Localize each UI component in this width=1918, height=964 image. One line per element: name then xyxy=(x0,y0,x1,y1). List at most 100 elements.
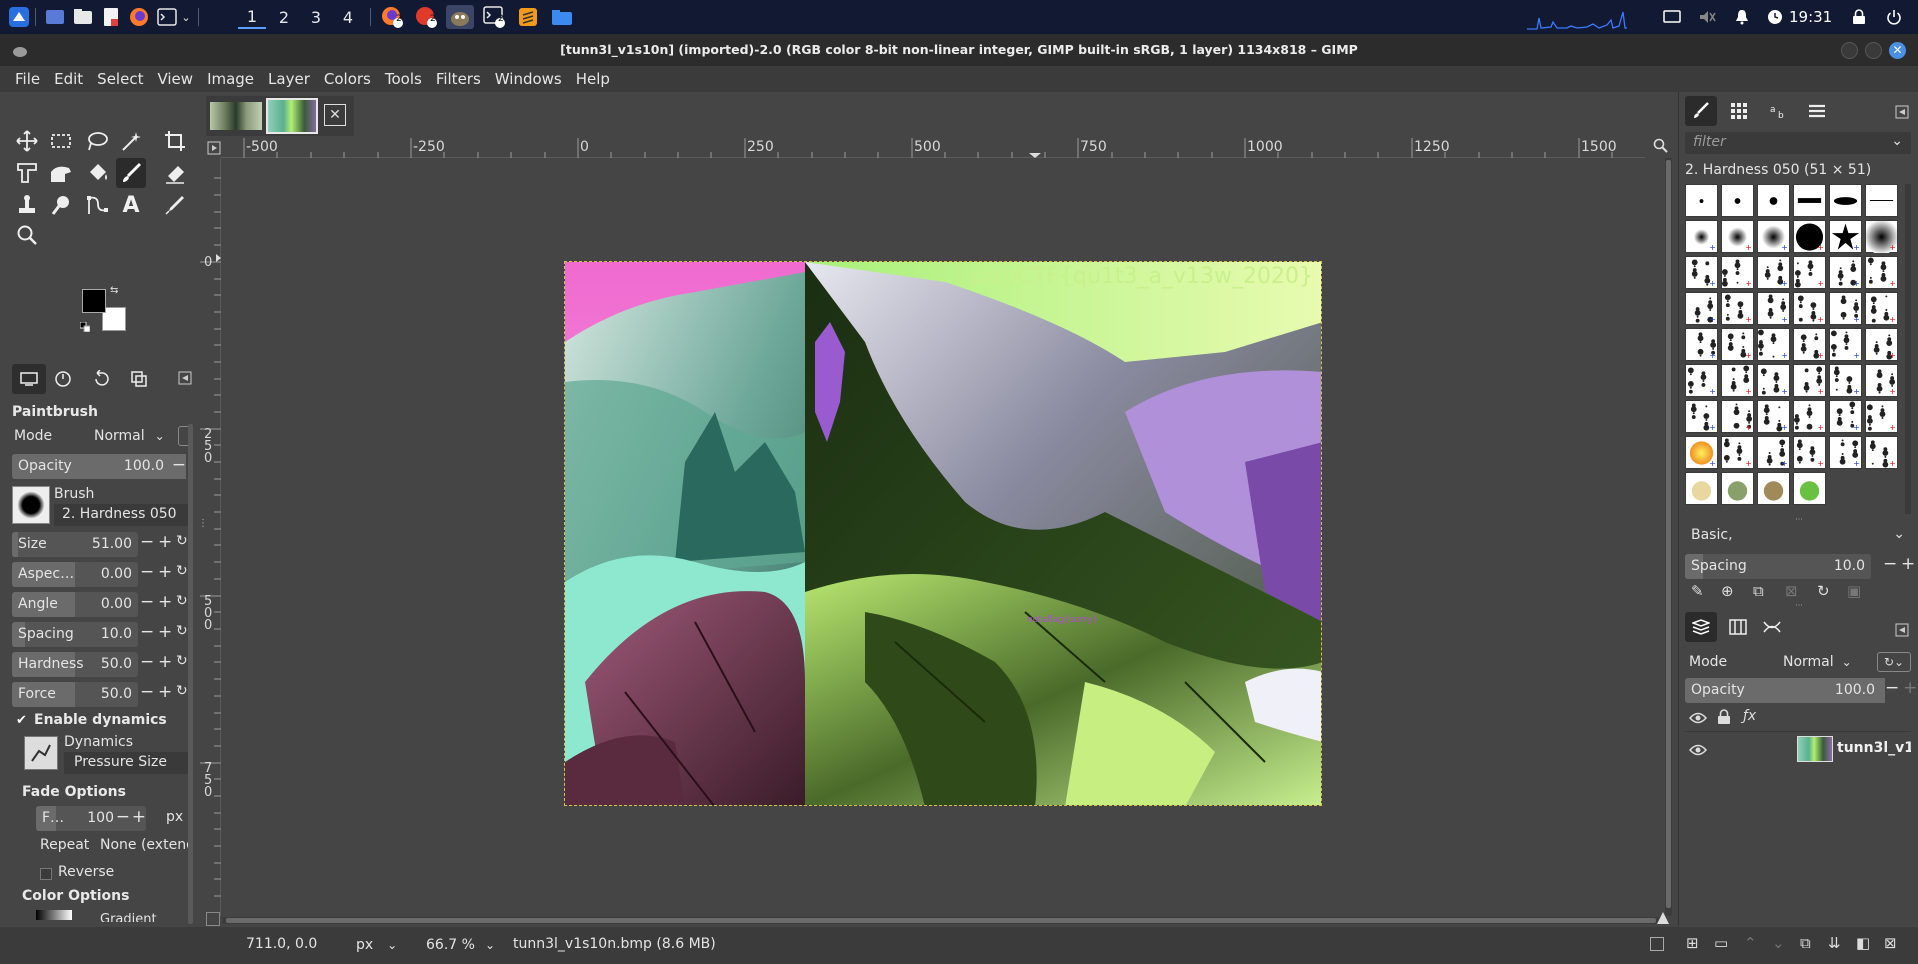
lock-icon[interactable] xyxy=(1852,5,1866,29)
move-tool-icon[interactable] xyxy=(12,126,42,156)
zoom-value[interactable]: 66.7 % xyxy=(426,937,475,953)
brush-spacing-minus-icon[interactable]: − xyxy=(1883,554,1897,574)
add-mask-icon[interactable]: ◧ xyxy=(1856,934,1870,952)
workspace-3[interactable]: 3 xyxy=(302,5,330,29)
brush-thumbnail[interactable]: + xyxy=(1829,364,1862,397)
size-reset-icon[interactable]: ↻ xyxy=(176,533,188,549)
new-layer-group-icon[interactable]: ▭ xyxy=(1714,934,1728,952)
angle-slider[interactable]: Angle 0.00 xyxy=(12,592,138,617)
dock-resize-handle[interactable]: ⋮ xyxy=(198,518,208,538)
paths-tool-icon[interactable] xyxy=(82,190,112,220)
force-reset-icon[interactable]: ↻ xyxy=(176,683,188,699)
gradient-preview[interactable] xyxy=(36,910,72,924)
workspace-2[interactable]: 2 xyxy=(270,5,298,29)
brush-thumbnail[interactable] xyxy=(1685,472,1718,505)
brush-thumbnail[interactable]: + xyxy=(1829,400,1862,433)
color-picker-tool-icon[interactable] xyxy=(160,190,190,220)
brush-thumbnail[interactable]: + xyxy=(1865,436,1898,469)
menu-windows[interactable]: Windows xyxy=(488,70,569,88)
brush-thumbnail[interactable] xyxy=(1793,472,1826,505)
zoom-tool-icon[interactable] xyxy=(12,220,42,250)
brush-thumbnail[interactable] xyxy=(1721,184,1754,217)
images-tab-icon[interactable] xyxy=(130,370,148,392)
fade-minus-icon[interactable]: − xyxy=(116,807,130,827)
navigate-icon[interactable] xyxy=(1656,910,1670,924)
workspace-4[interactable]: 4 xyxy=(334,5,362,29)
brush-thumbnail[interactable]: + xyxy=(1721,256,1754,289)
new-layer-icon[interactable]: ⊞ xyxy=(1686,934,1699,952)
brush-thumbnail[interactable]: + xyxy=(1793,328,1826,361)
raise-layer-icon[interactable]: ⌃ xyxy=(1744,934,1757,952)
brush-thumbnail[interactable]: + xyxy=(1721,400,1754,433)
tool-options-tab-icon[interactable] xyxy=(12,364,46,394)
brush-thumbnail[interactable]: + xyxy=(1721,220,1754,253)
unit-dropdown[interactable]: px ⌄ xyxy=(350,933,406,957)
status-expand-icon[interactable] xyxy=(1650,937,1664,951)
brush-thumbnail[interactable] xyxy=(1793,184,1826,217)
brush-thumbnail[interactable]: + xyxy=(1793,220,1826,253)
brush-thumbnail[interactable]: + xyxy=(1757,256,1790,289)
paintbrush-tool-icon[interactable] xyxy=(116,158,146,188)
force-plus-icon[interactable]: + xyxy=(158,682,172,702)
brush-thumbnail[interactable] xyxy=(1685,184,1718,217)
delete-brush-icon[interactable]: ⊠ xyxy=(1785,582,1798,600)
brush-thumbnail[interactable]: + xyxy=(1793,292,1826,325)
brush-thumbnail[interactable]: + xyxy=(1685,256,1718,289)
folder-window-icon[interactable] xyxy=(548,5,576,29)
spacing-plus-icon[interactable]: + xyxy=(158,622,172,642)
brush-thumbnail[interactable]: + xyxy=(1865,364,1898,397)
brush-thumbnail[interactable]: + xyxy=(1685,400,1718,433)
quickmask-corner-icon[interactable] xyxy=(206,138,222,158)
layer-mode-reset-icon[interactable]: ↻⌄ xyxy=(1877,652,1911,672)
brush-thumbnail[interactable]: + xyxy=(1865,328,1898,361)
document-history-tab-icon[interactable] xyxy=(1801,96,1833,126)
horizontal-scrollbar[interactable] xyxy=(222,917,1662,924)
fade-length-slider[interactable]: F… 100 − + xyxy=(36,806,146,831)
brush-thumbnail[interactable]: + xyxy=(1829,220,1862,253)
brush-thumbnail[interactable]: + xyxy=(1865,292,1898,325)
paths-tab-icon[interactable] xyxy=(1763,619,1781,639)
image-canvas[interactable]: picoCTF{qu1t3_a_v13w_2020} notaflag{sorr… xyxy=(564,261,1322,806)
dynamics-preview-icon[interactable] xyxy=(24,736,58,770)
brush-grid-scrollbar[interactable] xyxy=(1905,184,1911,514)
fg-bg-color-swatch[interactable]: ⇆ xyxy=(79,285,128,333)
undo-history-tab-icon[interactable] xyxy=(92,369,110,392)
close-image-tab-icon[interactable]: ✕ xyxy=(324,104,346,126)
angle-reset-icon[interactable]: ↻ xyxy=(176,593,188,609)
menu-tools[interactable]: Tools xyxy=(378,70,429,88)
aspect-slider[interactable]: Aspec… 0.00 xyxy=(12,562,138,587)
gimp-window-icon[interactable] xyxy=(446,5,474,29)
brush-thumbnail[interactable]: + xyxy=(1721,328,1754,361)
notification-bell-icon[interactable] xyxy=(1734,5,1750,29)
brush-spacing-slider[interactable]: Spacing 10.0 xyxy=(1685,554,1871,579)
fuzzy-select-tool-icon[interactable] xyxy=(116,126,146,156)
delete-layer-icon[interactable]: ⊠ xyxy=(1884,934,1897,952)
fonts-tab-icon[interactable]: ab xyxy=(1763,96,1795,126)
bucket-fill-tool-icon[interactable] xyxy=(82,158,112,188)
angle-plus-icon[interactable]: + xyxy=(158,592,172,612)
lasso-tool-icon[interactable] xyxy=(82,126,112,156)
brush-thumbnail[interactable] xyxy=(1757,472,1790,505)
firefox-window-icon[interactable]: 2 xyxy=(378,5,406,29)
crop-tool-icon[interactable] xyxy=(160,126,190,156)
text-editor-icon[interactable] xyxy=(98,5,124,29)
aspect-minus-icon[interactable]: − xyxy=(140,562,154,582)
tool-options-scrollbar[interactable] xyxy=(188,424,193,924)
brush-thumbnail[interactable]: + xyxy=(1829,292,1862,325)
close-button[interactable]: ✕ xyxy=(1889,42,1906,59)
clone-tool-icon[interactable] xyxy=(12,190,42,220)
panel-resize-handle[interactable]: ··· xyxy=(1679,602,1918,610)
brush-thumbnail[interactable]: + xyxy=(1721,436,1754,469)
opacity-slider[interactable]: Opacity 100.0 − xyxy=(12,454,186,479)
file-manager-icon[interactable] xyxy=(70,5,96,29)
spacing-slider[interactable]: Spacing 10.0 xyxy=(12,622,138,647)
brush-thumbnail[interactable]: + xyxy=(1757,220,1790,253)
brush-thumbnail[interactable] xyxy=(1721,472,1754,505)
burp-window-icon[interactable]: 2 xyxy=(412,5,440,29)
brush-thumbnail[interactable]: + xyxy=(1685,292,1718,325)
zoom-dropdown[interactable]: 66.7 % ⌄ xyxy=(418,933,506,957)
brush-tag-dropdown[interactable]: Basic, ⌄ xyxy=(1685,524,1911,548)
chevron-down-icon[interactable]: ⌄ xyxy=(178,5,194,29)
enable-dynamics-checkbox[interactable]: ✔ xyxy=(16,714,30,728)
hardness-reset-icon[interactable]: ↻ xyxy=(176,653,188,669)
